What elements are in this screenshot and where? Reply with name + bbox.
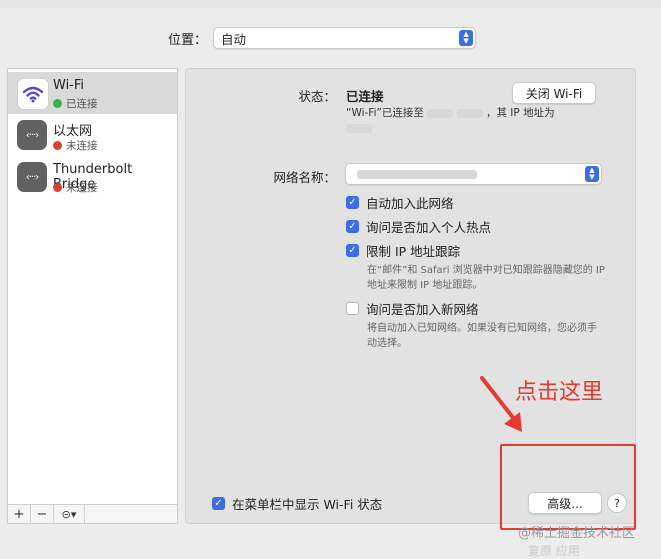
service-status: 已连接 <box>53 96 98 111</box>
bottom-buttons-partial: 复原 应用 <box>528 544 580 558</box>
location-row: 位置： 自动 ▲ ▼ <box>168 27 477 49</box>
service-name: 以太网 <box>53 124 93 139</box>
turn-off-wifi-button[interactable]: 关闭 Wi-Fi <box>512 82 596 104</box>
service-name: Wi-Fi <box>53 78 85 93</box>
ask-new-hint: 将自动加入已知网络。如果没有已知网络，您必须手 动选择。 <box>367 321 627 351</box>
wifi-icon <box>17 78 49 110</box>
show-menu-bar-checkbox[interactable]: ✓ <box>212 497 225 510</box>
status-value: 已连接 <box>346 89 384 104</box>
limit-ip-hint: 在“邮件”和 Safari 浏览器中对已知跟踪器隐藏您的 IP 地址来限制 IP… <box>367 263 627 293</box>
service-status: 未连接 <box>53 138 98 153</box>
service-item-wifi[interactable]: Wi-Fi 已连接 <box>8 72 177 114</box>
ask-new-option[interactable]: 询问是否加入新网络 <box>346 299 479 318</box>
service-item-thunderbolt-bridge[interactable]: ‹···› Thunderbolt Bridge 未连接 <box>8 156 177 198</box>
ask-hotspot-checkbox[interactable]: ✓ <box>346 220 359 233</box>
auto-join-checkbox[interactable]: ✓ <box>346 196 359 209</box>
service-status-text: 未连接 <box>66 182 98 194</box>
show-menu-bar-label: 在菜单栏中显示 Wi-Fi 状态 <box>232 497 383 512</box>
network-name-popup[interactable]: ▲ ▼ <box>345 163 602 185</box>
ask-new-hint-line-2: 动选择。 <box>367 338 407 349</box>
status-dot-icon <box>53 141 62 150</box>
auto-join-option[interactable]: ✓ 自动加入此网络 <box>346 193 454 212</box>
service-list: Wi-Fi 已连接 ‹···› 以太网 未连接 ‹···› Thunderbol… <box>7 68 178 524</box>
ask-hotspot-label: 询问是否加入个人热点 <box>366 220 492 235</box>
redacted-network-name <box>427 108 454 118</box>
status-desc-2: ，其 IP 地址为 <box>485 107 555 119</box>
popup-arrows-icon: ▲ ▼ <box>459 30 474 46</box>
limit-ip-hint-line-1: 在“邮件”和 Safari 浏览器中对已知跟踪器隐藏您的 IP <box>367 265 605 276</box>
watermark: @稀土掘金技术社区 <box>518 526 636 541</box>
limit-ip-label: 限制 IP 地址跟踪 <box>366 244 461 259</box>
limit-ip-option[interactable]: ✓ 限制 IP 地址跟踪 <box>346 241 460 260</box>
service-status-text: 已连接 <box>66 98 98 110</box>
show-menu-bar-option[interactable]: ✓ 在菜单栏中显示 Wi-Fi 状态 <box>212 494 382 513</box>
status-label: 状态： <box>298 89 336 104</box>
limit-ip-checkbox[interactable]: ✓ <box>346 244 359 257</box>
toolbar-strip <box>0 0 661 8</box>
redacted-network-name <box>357 169 477 179</box>
ask-hotspot-option[interactable]: ✓ 询问是否加入个人热点 <box>346 217 491 236</box>
service-action-menu-button[interactable]: ⊝▾ <box>54 505 85 523</box>
annotation-highlight-box <box>500 444 636 530</box>
redacted-network-name <box>456 108 483 118</box>
status-desc-1: “Wi-Fi”已连接至 <box>346 107 424 119</box>
ask-new-hint-line-1: 将自动加入已知网络。如果没有已知网络，您必须手 <box>367 323 597 334</box>
auto-join-label: 自动加入此网络 <box>366 196 454 211</box>
remove-service-button[interactable]: − <box>31 505 54 523</box>
service-status: 未连接 <box>53 180 98 195</box>
status-dot-icon <box>53 99 62 108</box>
location-value: 自动 <box>221 31 247 47</box>
status-description: “Wi-Fi”已连接至 ，其 IP 地址为 <box>346 106 606 136</box>
service-list-controls: + − ⊝▾ <box>7 504 178 524</box>
ethernet-icon: ‹···› <box>17 120 47 150</box>
location-popup[interactable]: 自动 ▲ ▼ <box>213 27 477 49</box>
popup-arrows-icon: ▲ ▼ <box>585 166 599 182</box>
network-name-label: 网络名称： <box>273 170 336 185</box>
thunderbolt-bridge-icon: ‹···› <box>17 162 47 192</box>
annotation-text: 点击这里 <box>515 380 604 405</box>
ask-new-label: 询问是否加入新网络 <box>366 302 479 317</box>
add-service-button[interactable]: + <box>8 505 31 523</box>
ask-new-checkbox[interactable] <box>346 302 359 315</box>
service-status-text: 未连接 <box>66 140 98 152</box>
redacted-ip-address <box>346 123 372 133</box>
service-item-ethernet[interactable]: ‹···› 以太网 未连接 <box>8 114 177 156</box>
limit-ip-hint-line-2: 地址来限制 IP 地址跟踪。 <box>367 280 483 291</box>
status-dot-icon <box>53 183 62 192</box>
location-label: 位置： <box>168 32 208 48</box>
